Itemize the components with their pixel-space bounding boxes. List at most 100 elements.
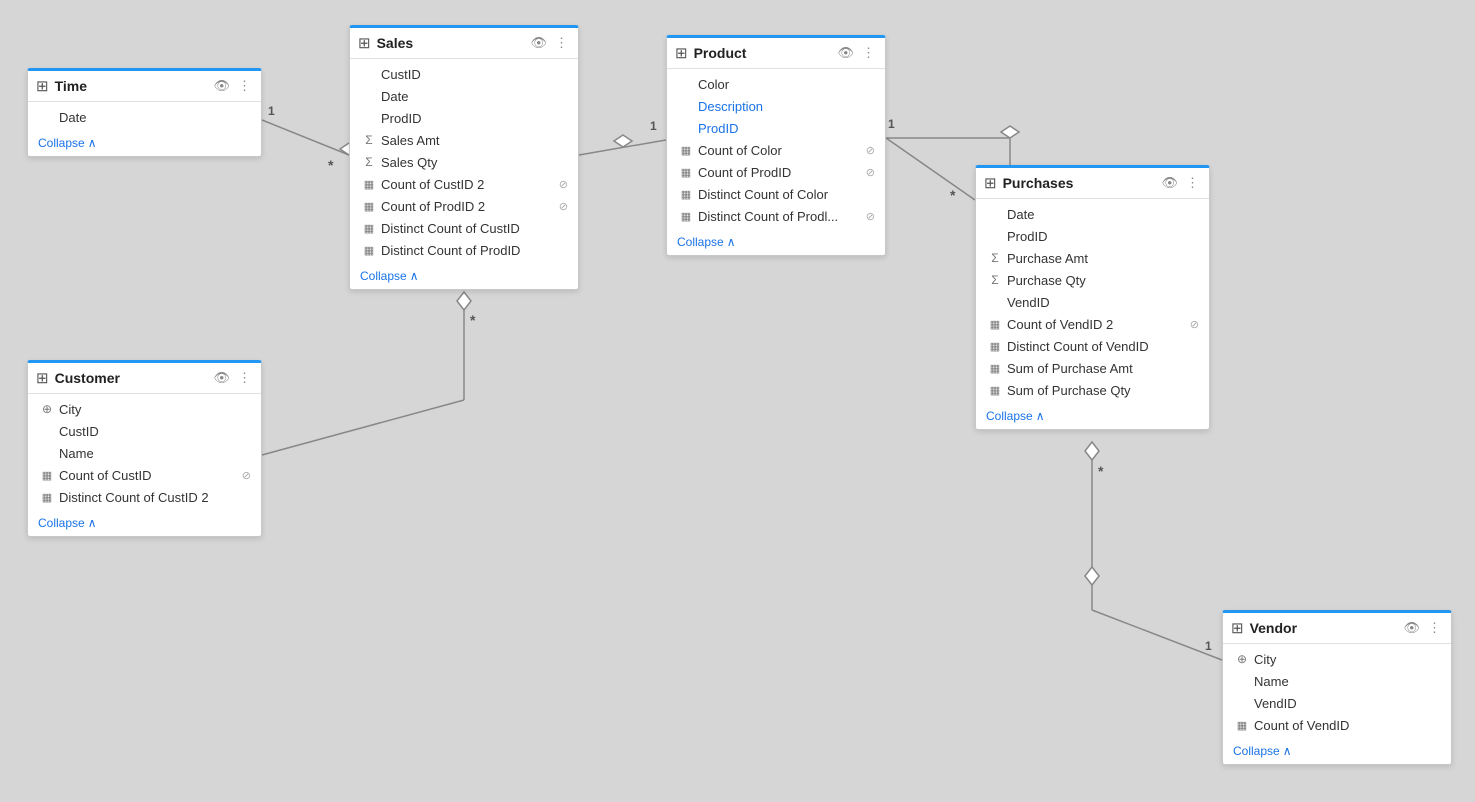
list-item[interactable]: ▦ Distinct Count of CustID bbox=[350, 217, 578, 239]
list-item[interactable]: ProdID bbox=[350, 107, 578, 129]
list-item[interactable]: Description bbox=[667, 95, 885, 117]
list-item[interactable]: Date bbox=[28, 106, 261, 128]
vendor-header-actions[interactable]: 👁 ⋮ bbox=[1401, 619, 1443, 637]
sales-table-icon: ⊞ bbox=[358, 34, 371, 52]
sales-header-actions[interactable]: 👁 ⋮ bbox=[528, 34, 570, 52]
customer-collapse-btn[interactable]: Collapse ∧ bbox=[38, 516, 97, 530]
hidden-eye-icon: ⊘ bbox=[866, 144, 875, 157]
list-item[interactable]: ▦ Distinct Count of Color bbox=[667, 183, 885, 205]
list-item[interactable]: Color bbox=[667, 73, 885, 95]
list-item[interactable]: Σ Purchase Qty bbox=[976, 269, 1209, 291]
table-icon: ▦ bbox=[40, 469, 54, 482]
field-name: Purchase Amt bbox=[1007, 251, 1199, 266]
sales-collapse[interactable]: Collapse ∧ bbox=[350, 265, 578, 289]
time-collapse[interactable]: Collapse ∧ bbox=[28, 132, 261, 156]
sales-collapse-btn[interactable]: Collapse ∧ bbox=[360, 269, 419, 283]
sales-body: CustID Date ProdID Σ Sales Amt Σ Sales Q… bbox=[350, 59, 578, 265]
table-vendor: ⊞ Vendor 👁 ⋮ ⊕ City Name VendID ▦ Coun bbox=[1222, 610, 1452, 765]
list-item[interactable]: ▦ Distinct Count of Prodl... ⊘ bbox=[667, 205, 885, 227]
list-item[interactable]: ▦ Count of ProdID 2 ⊘ bbox=[350, 195, 578, 217]
list-item[interactable]: ▦ Sum of Purchase Amt bbox=[976, 357, 1209, 379]
product-visibility-btn[interactable]: 👁 bbox=[835, 44, 856, 62]
list-item[interactable]: VendID bbox=[976, 291, 1209, 313]
list-item[interactable]: Σ Purchase Amt bbox=[976, 247, 1209, 269]
sigma-icon: Σ bbox=[362, 155, 376, 169]
list-item[interactable]: Date bbox=[976, 203, 1209, 225]
list-item[interactable]: Name bbox=[28, 442, 261, 464]
time-visibility-btn[interactable]: 👁 bbox=[211, 77, 232, 95]
table-icon: ▦ bbox=[988, 318, 1002, 331]
vendor-more-btn[interactable]: ⋮ bbox=[1426, 619, 1443, 637]
product-header-actions[interactable]: 👁 ⋮ bbox=[835, 44, 877, 62]
purchases-visibility-btn[interactable]: 👁 bbox=[1159, 174, 1180, 192]
list-item[interactable]: ▦ Sum of Purchase Qty bbox=[976, 379, 1209, 401]
table-icon: ▦ bbox=[362, 222, 376, 235]
list-item[interactable]: CustID bbox=[28, 420, 261, 442]
sales-visibility-btn[interactable]: 👁 bbox=[528, 34, 549, 52]
hidden-eye-icon: ⊘ bbox=[1190, 318, 1199, 331]
customer-header-actions[interactable]: 👁 ⋮ bbox=[211, 369, 253, 387]
vendor-collapse-btn[interactable]: Collapse ∧ bbox=[1233, 744, 1292, 758]
vendor-body: ⊕ City Name VendID ▦ Count of VendID bbox=[1223, 644, 1451, 740]
svg-text:1: 1 bbox=[1205, 639, 1212, 653]
time-more-btn[interactable]: ⋮ bbox=[236, 77, 253, 95]
list-item[interactable]: Σ Sales Qty bbox=[350, 151, 578, 173]
table-icon: ▦ bbox=[988, 384, 1002, 397]
vendor-table-icon: ⊞ bbox=[1231, 619, 1244, 637]
list-item[interactable]: ▦ Count of ProdID ⊘ bbox=[667, 161, 885, 183]
hidden-eye-icon: ⊘ bbox=[866, 166, 875, 179]
list-item[interactable]: ▦ Count of CustID ⊘ bbox=[28, 464, 261, 486]
list-item[interactable]: ⊕ City bbox=[28, 398, 261, 420]
time-collapse-btn[interactable]: Collapse ∧ bbox=[38, 136, 97, 150]
customer-visibility-btn[interactable]: 👁 bbox=[211, 369, 232, 387]
list-item[interactable]: VendID bbox=[1223, 692, 1451, 714]
vendor-header: ⊞ Vendor 👁 ⋮ bbox=[1223, 613, 1451, 644]
table-icon: ▦ bbox=[679, 144, 693, 157]
table-icon: ▦ bbox=[679, 188, 693, 201]
list-item[interactable]: ▦ Count of VendID bbox=[1223, 714, 1451, 736]
purchases-more-btn[interactable]: ⋮ bbox=[1184, 174, 1201, 192]
customer-collapse[interactable]: Collapse ∧ bbox=[28, 512, 261, 536]
list-item[interactable]: CustID bbox=[350, 63, 578, 85]
list-item[interactable]: ▦ Distinct Count of VendID bbox=[976, 335, 1209, 357]
time-header-actions[interactable]: 👁 ⋮ bbox=[211, 77, 253, 95]
field-name: Distinct Count of ProdID bbox=[381, 243, 568, 258]
table-icon: ▦ bbox=[988, 340, 1002, 353]
table-icon: ▦ bbox=[362, 244, 376, 257]
vendor-collapse[interactable]: Collapse ∧ bbox=[1223, 740, 1451, 764]
sales-more-btn[interactable]: ⋮ bbox=[553, 34, 570, 52]
customer-header: ⊞ Customer 👁 ⋮ bbox=[28, 363, 261, 394]
list-item[interactable]: Σ Sales Amt bbox=[350, 129, 578, 151]
diagram-canvas: 1 * * 1 * 1 1 * * 1 bbox=[0, 0, 1475, 802]
product-collapse[interactable]: Collapse ∧ bbox=[667, 231, 885, 255]
customer-more-btn[interactable]: ⋮ bbox=[236, 369, 253, 387]
list-item[interactable]: ▦ Distinct Count of CustID 2 bbox=[28, 486, 261, 508]
table-sales: ⊞ Sales 👁 ⋮ CustID Date ProdID Σ Sale bbox=[349, 25, 579, 290]
vendor-visibility-btn[interactable]: 👁 bbox=[1401, 619, 1422, 637]
field-name: Distinct Count of Prodl... bbox=[698, 209, 861, 224]
field-name: Name bbox=[59, 446, 251, 461]
list-item[interactable]: ▦ Distinct Count of ProdID bbox=[350, 239, 578, 261]
list-item[interactable]: ▦ Count of Color ⊘ bbox=[667, 139, 885, 161]
field-name: Color bbox=[698, 77, 875, 92]
purchases-header-actions[interactable]: 👁 ⋮ bbox=[1159, 174, 1201, 192]
table-icon: ▦ bbox=[988, 362, 1002, 375]
list-item[interactable]: ProdID bbox=[976, 225, 1209, 247]
list-item[interactable]: Date bbox=[350, 85, 578, 107]
field-name: Distinct Count of CustID 2 bbox=[59, 490, 251, 505]
purchases-body: Date ProdID Σ Purchase Amt Σ Purchase Qt… bbox=[976, 199, 1209, 405]
field-name: ProdID bbox=[381, 111, 568, 126]
list-item[interactable]: ▦ Count of CustID 2 ⊘ bbox=[350, 173, 578, 195]
product-collapse-btn[interactable]: Collapse ∧ bbox=[677, 235, 736, 249]
product-more-btn[interactable]: ⋮ bbox=[860, 44, 877, 62]
time-body: Date bbox=[28, 102, 261, 132]
purchases-collapse-btn[interactable]: Collapse ∧ bbox=[986, 409, 1045, 423]
list-item[interactable]: ProdID bbox=[667, 117, 885, 139]
svg-text:1: 1 bbox=[650, 119, 657, 133]
field-name: Sum of Purchase Amt bbox=[1007, 361, 1199, 376]
list-item[interactable]: ▦ Count of VendID 2 ⊘ bbox=[976, 313, 1209, 335]
list-item[interactable]: ⊕ City bbox=[1223, 648, 1451, 670]
list-item[interactable]: Name bbox=[1223, 670, 1451, 692]
purchases-collapse[interactable]: Collapse ∧ bbox=[976, 405, 1209, 429]
table-icon: ▦ bbox=[679, 166, 693, 179]
